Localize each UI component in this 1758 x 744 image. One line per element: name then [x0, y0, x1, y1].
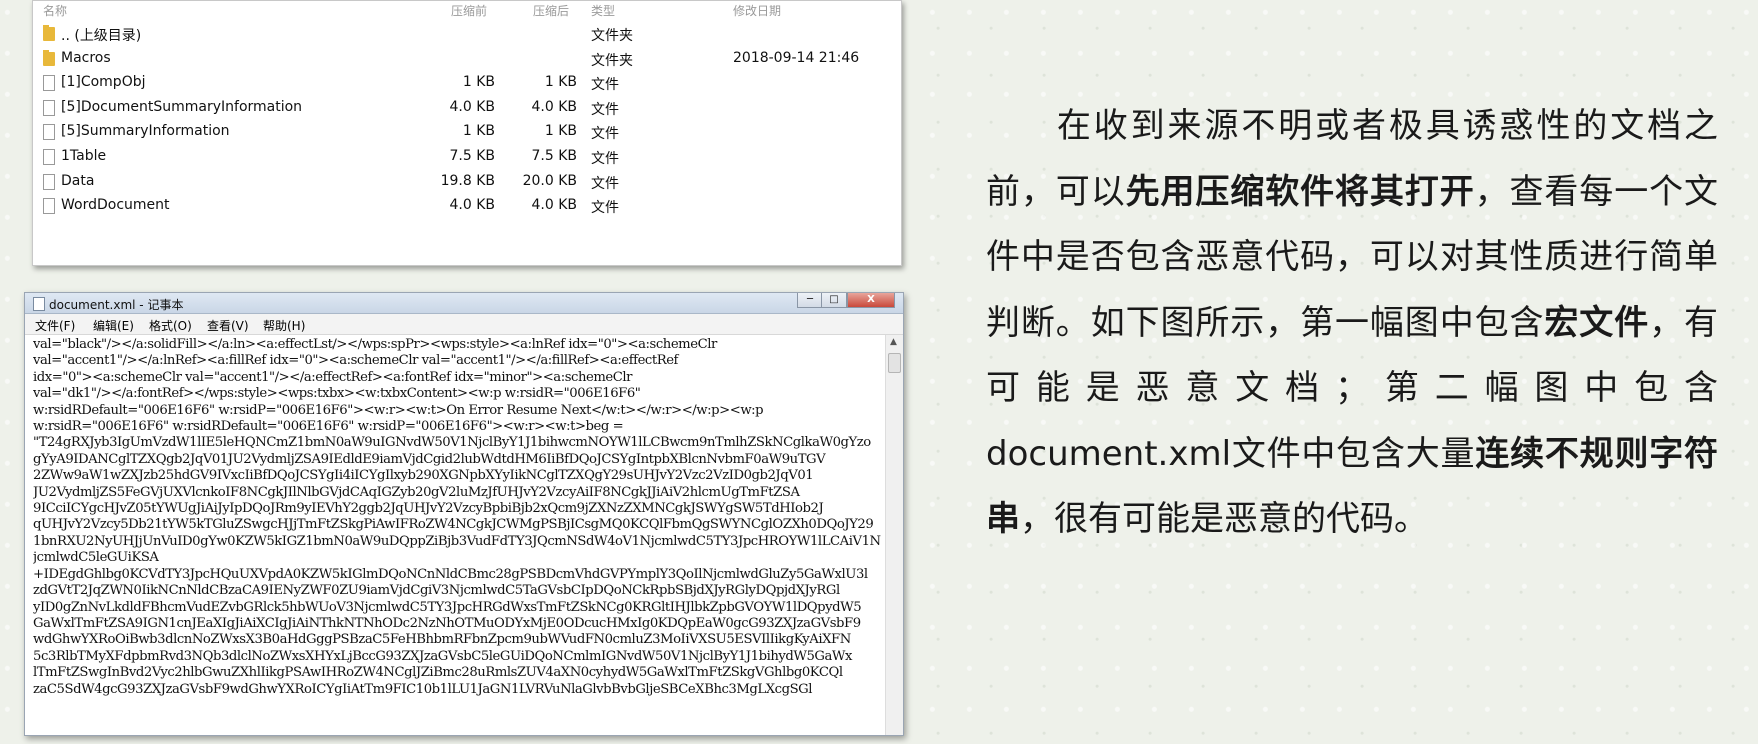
- file-list-header: 名称 压缩前 压缩后 类型 修改日期: [33, 1, 901, 21]
- column-modified-header[interactable]: 修改日期: [733, 2, 781, 19]
- file-size: 4.0 KB: [449, 98, 496, 115]
- file-size: 1 KB: [462, 123, 495, 140]
- text-line: zaC5SdW4gcG93ZXJzaGVsbF9wdGhwYXRoICYgIiA…: [33, 681, 813, 697]
- file-packed-size: 1 KB: [544, 74, 577, 91]
- file-icon: [43, 173, 55, 193]
- notepad-titlebar[interactable]: document.xml - 记事本 ─ □ X: [25, 293, 903, 314]
- column-name-header[interactable]: 名称: [43, 2, 67, 19]
- scroll-up-arrow-icon[interactable]: ▲: [890, 337, 897, 347]
- file-icon: [43, 74, 55, 94]
- menu-help[interactable]: 帮助(H): [263, 317, 305, 334]
- file-icon: [43, 197, 55, 217]
- file-type: 文件: [591, 101, 619, 118]
- file-packed-size: 4.0 KB: [531, 98, 578, 115]
- file-name: [5]DocumentSummaryInformation: [61, 98, 303, 115]
- text-line: yID0gZnNvLkdldFBhcmVudEZvbGRlck5hbWUoV3N…: [33, 599, 862, 615]
- file-size: 19.8 KB: [440, 172, 495, 189]
- paragraph-text: 文件中包含大量: [1231, 433, 1476, 474]
- menu-format[interactable]: 格式(O): [149, 317, 192, 334]
- text-line: 5c3RlbTMyXFdpbmRvd3NQb3dlclNoZWxsXHYxLjB…: [33, 648, 853, 664]
- file-row[interactable]: WordDocument 4.0 KB 4.0 KB 文件: [33, 193, 901, 218]
- file-modified: 2018-09-14 21:46: [733, 49, 860, 66]
- text-line: jcmlwdC5leGUiKSA: [33, 550, 159, 566]
- text-line: w:rsidR="006E16F6" w:rsidRDefault="006E1…: [33, 419, 624, 435]
- file-name: WordDocument: [61, 197, 170, 214]
- file-icon: [43, 148, 55, 168]
- paragraph-emphasis-macro: 宏文件: [1544, 302, 1650, 343]
- file-type: 文件: [591, 200, 619, 217]
- archive-file-list: 名称 压缩前 压缩后 类型 修改日期 .. (上级目录) 文件夹 Macros 文件夹…: [32, 0, 902, 266]
- folder-icon: [43, 49, 55, 68]
- text-line: val="black"/></a:solidFill></a:ln><a:eff…: [33, 337, 717, 352]
- file-row[interactable]: Macros 文件夹 2018-09-14 21:46: [33, 46, 901, 71]
- file-row[interactable]: [5]SummaryInformation 1 KB 1 KB 文件: [33, 119, 901, 144]
- file-packed-size: 4.0 KB: [531, 197, 578, 214]
- file-row[interactable]: [1]CompObj 1 KB 1 KB 文件: [33, 70, 901, 95]
- file-type: 文件夹: [591, 28, 633, 44]
- text-line: GaWxlTmFtZSA9IGN1cnJEaXIgJiAiXCIgJiAiNTh…: [33, 615, 861, 631]
- paragraph-filename: document.xml: [986, 433, 1232, 474]
- file-type: 文件: [591, 126, 619, 143]
- scrollbar-thumb[interactable]: [888, 353, 901, 373]
- notepad-text-area[interactable]: val="black"/></a:solidFill></a:ln><a:eff…: [33, 337, 881, 735]
- text-line: gYyA9IDANCglTZXQgb2JqV01JU2VydmljZSA9IEd…: [33, 451, 826, 467]
- file-row[interactable]: .. (上级目录) 文件夹: [33, 21, 901, 46]
- file-row[interactable]: 1Table 7.5 KB 7.5 KB 文件: [33, 144, 901, 169]
- file-packed-size: 7.5 KB: [531, 147, 578, 164]
- close-button[interactable]: X: [847, 293, 895, 308]
- file-name: Macros: [61, 49, 111, 66]
- file-name: .. (上级目录): [61, 28, 142, 44]
- text-line: qUHJvY2Vzcy5Db21tYW5kTGluZSwgcHJjTmFtZSk…: [33, 517, 874, 533]
- file-name: [5]SummaryInformation: [61, 123, 230, 140]
- file-type: 文件: [591, 175, 619, 192]
- notepad-title: document.xml - 记事本: [49, 298, 184, 312]
- file-name: 1Table: [61, 147, 107, 164]
- paragraph-emphasis-compress: 先用压缩软件将其打开: [1125, 171, 1475, 212]
- text-line: 2ZWw9aW1wZXJzb25hdGV9IVxcIiBfDQoJCSYgIi4…: [33, 468, 814, 484]
- notepad-window: document.xml - 记事本 ─ □ X 文件(F) 编辑(E) 格式(…: [24, 292, 904, 736]
- column-size-header[interactable]: 压缩前: [451, 2, 487, 19]
- text-line: wdGhwYXRoOiBwb3dlcnNoZWxsX3B0aHdGggPSBza…: [33, 632, 851, 648]
- text-line: w:rsidRDefault="006E16F6" w:rsidP="006E1…: [33, 402, 764, 418]
- minimize-button[interactable]: ─: [797, 293, 823, 308]
- file-name: [1]CompObj: [61, 74, 146, 91]
- text-line: val="accent1"/></a:lnRef><a:fillRef idx=…: [33, 353, 678, 369]
- file-packed-size: 1 KB: [544, 123, 577, 140]
- file-row[interactable]: Data 19.8 KB 20.0 KB 文件: [33, 169, 901, 194]
- file-size: 4.0 KB: [449, 197, 496, 214]
- text-line: 9ICciICYgcHJvZ05tYWUgJiAiJyIpDQoJRm9yIEV…: [33, 501, 824, 517]
- vertical-scrollbar[interactable]: ▲: [885, 335, 903, 735]
- paragraph-text: ，很有可能是恶意的代码。: [1020, 499, 1428, 539]
- text-line: lTmFtZSwgInBvd2Vyc2hlbGwuZXhlIikgPSAwIHR…: [33, 665, 843, 681]
- text-line: +IDEgdGhlbg0KCVdTY3JpcHQuUXVpdA0KZW5kIGl…: [33, 566, 868, 582]
- file-icon: [43, 123, 55, 143]
- text-line: zdGVtT2JqZWN0IikNCnNldCBzaCA9IENyZWF0ZU9…: [33, 583, 840, 599]
- menu-file[interactable]: 文件(F): [35, 317, 75, 334]
- menu-edit[interactable]: 编辑(E): [93, 317, 134, 334]
- text-line: idx="0"><a:schemeClr val="accent1"/></a:…: [33, 369, 633, 385]
- notepad-app-icon: [33, 297, 45, 311]
- maximize-button[interactable]: □: [821, 293, 847, 308]
- file-row[interactable]: [5]DocumentSummaryInformation 4.0 KB 4.0 K…: [33, 95, 901, 120]
- file-icon: [43, 99, 55, 119]
- column-type-header[interactable]: 类型: [591, 2, 615, 19]
- notepad-menubar: 文件(F) 编辑(E) 格式(O) 查看(V) 帮助(H): [25, 314, 903, 335]
- menu-view[interactable]: 查看(V): [207, 317, 249, 334]
- file-type: 文件: [591, 150, 619, 167]
- text-line: 1bnRXU2NyUHJjUnVuID0gYw0KZW5kIGZ1bmN0aW9…: [33, 533, 881, 549]
- column-packed-header[interactable]: 压缩后: [533, 2, 569, 19]
- file-type: 文件: [591, 77, 619, 94]
- file-type: 文件夹: [591, 52, 633, 69]
- folder-icon: [43, 25, 55, 43]
- file-packed-size: 20.0 KB: [522, 172, 577, 189]
- text-line: val="dk1"/></a:fontRef></wps:style><wps:…: [33, 386, 641, 402]
- file-size: 7.5 KB: [449, 147, 496, 164]
- explanation-paragraph: 在收到来源不明或者极具诱惑性的文档之前，可以先用压缩软件将其打开，查看每一个文件…: [986, 94, 1718, 553]
- text-line: JU2VydmljZS5FeGVjUXVlcnkoIF8NCgkJIlNlbGV…: [33, 484, 800, 500]
- text-line: "T24gRXJyb3IgUmVzdW1lIE5leHQNCmZ1bmN0aW9…: [33, 435, 871, 451]
- file-name: Data: [61, 172, 95, 189]
- file-size: 1 KB: [462, 74, 495, 91]
